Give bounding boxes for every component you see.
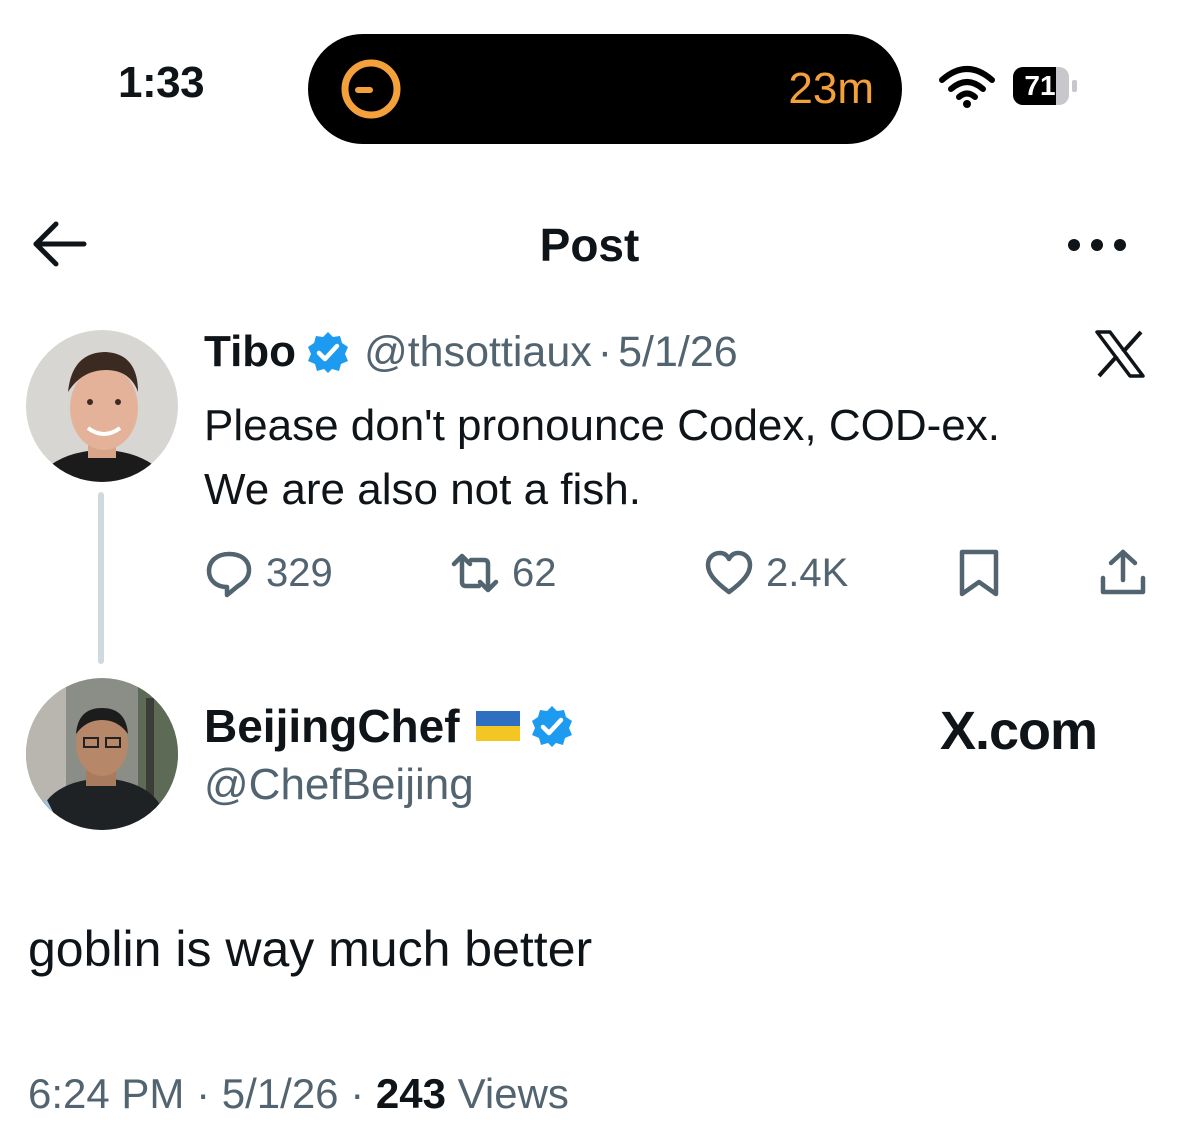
page-title: Post (539, 219, 640, 271)
post-time[interactable]: 6:24 PM (28, 1070, 184, 1117)
author-handle[interactable]: @ChefBeijing (204, 760, 474, 810)
dynamic-island[interactable]: 23m (308, 34, 902, 144)
post-text-line: Please don't pronounce Codex, COD-ex. (204, 401, 1000, 450)
repost-button[interactable]: 62 (450, 545, 557, 601)
author-name[interactable]: Tibo (204, 327, 296, 377)
post-author-row: BeijingChef (204, 696, 574, 756)
more-button[interactable] (1062, 225, 1132, 265)
battery-icon: 71 (1012, 66, 1080, 106)
reply-count: 329 (266, 550, 333, 595)
quoted-post-text: Please don't pronounce Codex, COD-ex. We… (204, 394, 1164, 522)
reply-button[interactable]: 329 (204, 545, 333, 601)
like-button[interactable]: 2.4K (704, 545, 848, 601)
separator: · (196, 1070, 211, 1117)
post-date[interactable]: 5/1/26 (222, 1070, 339, 1117)
thread-line (98, 492, 104, 664)
reply-icon (206, 551, 252, 598)
timer-icon (341, 59, 401, 119)
post-date[interactable]: 5/1/26 (618, 328, 738, 377)
avatar-beijingchef[interactable] (26, 678, 178, 830)
timer-remaining: 23m (788, 64, 874, 113)
share-icon (1100, 549, 1146, 595)
source-label: X.com (940, 701, 1098, 761)
status-time: 1:33 (118, 58, 205, 107)
share-button[interactable] (1098, 545, 1148, 601)
separator: · (350, 1070, 365, 1117)
author-name[interactable]: BeijingChef (204, 699, 460, 753)
ukraine-flag-icon (475, 711, 520, 741)
post-text-line: We are also not a fish. (204, 465, 641, 514)
view-count[interactable]: 243 (376, 1070, 446, 1117)
separator: · (597, 327, 613, 376)
bookmark-button[interactable] (956, 545, 1002, 601)
post-text: goblin is way much better (28, 921, 593, 977)
verified-badge-icon (531, 706, 572, 747)
like-count: 2.4K (766, 550, 849, 595)
ellipsis-icon (1068, 239, 1126, 251)
views-label: Views (457, 1070, 569, 1117)
battery-percent: 71 (1024, 70, 1056, 101)
x-logo-icon (1095, 330, 1145, 378)
bookmark-icon (959, 549, 999, 597)
repost-count: 62 (512, 550, 557, 595)
avatar-tibo[interactable] (26, 330, 178, 482)
repost-icon (451, 553, 499, 593)
wifi-icon (939, 66, 995, 108)
post-meta: 6:24 PM · 5/1/26 · 243 Views (28, 1070, 569, 1118)
verified-badge-icon (308, 332, 349, 373)
quoted-post-header: Tibo @thsottiaux · 5/1/26 (204, 322, 738, 382)
heart-icon (705, 550, 753, 595)
author-handle[interactable]: @thsottiaux (364, 328, 592, 377)
